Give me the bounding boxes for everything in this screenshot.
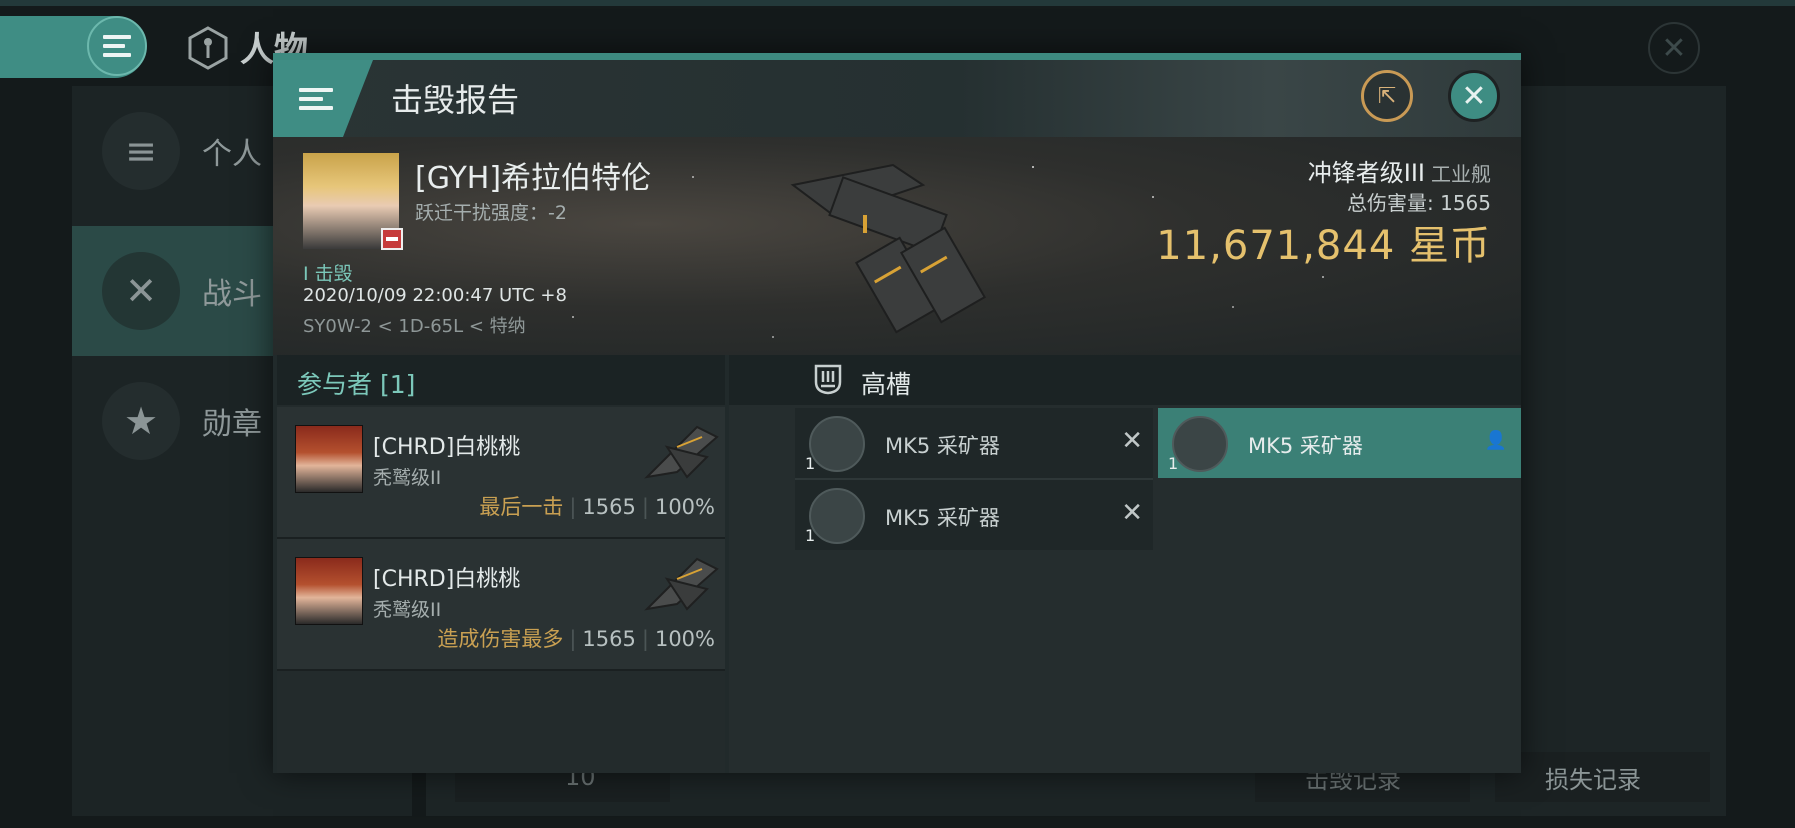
damage-percent: 100% — [654, 495, 715, 519]
module-item[interactable]: 1 MK5 采矿器 ✕ — [795, 408, 1153, 480]
bg-close-icon[interactable]: ✕ — [1648, 22, 1700, 74]
kill-timestamp: 2020/10/09 22:00:47 UTC +8 — [303, 285, 567, 306]
dialog-title: 击毁报告 — [391, 81, 520, 119]
attacker-ship: 秃鹫级II — [373, 467, 442, 489]
victim-ship-name[interactable]: 冲锋者级III 工业舰 — [1308, 153, 1491, 188]
sidebar-item-label: 勋章 — [202, 407, 262, 442]
sidebar-item-label: 战斗 — [202, 277, 262, 312]
attacker-ship: 秃鹫级II — [373, 599, 442, 621]
mining-laser-icon — [809, 488, 865, 544]
star-badge-icon: ★ — [102, 382, 180, 460]
character-icon — [186, 26, 230, 70]
module-qty: 1 — [805, 454, 816, 473]
destroyed-icon: ✕ — [1121, 498, 1143, 528]
attacker-portrait[interactable] — [295, 557, 363, 625]
close-icon: ✕ — [1461, 78, 1487, 114]
sidebar-item-label: 个人 — [202, 137, 262, 172]
final-blow-tag: 最后一击 — [479, 495, 564, 519]
ship-name-text: 冲锋者级III — [1307, 159, 1425, 187]
ship-class: 工业舰 — [1431, 162, 1491, 186]
bg-menu-icon[interactable] — [87, 16, 147, 76]
damage-value: 1565 — [582, 495, 636, 519]
dropped-user-icon: 👤 — [1484, 430, 1507, 451]
damage-percent: 100% — [654, 627, 715, 651]
victim-ship-image[interactable] — [773, 145, 1013, 345]
module-qty: 1 — [1168, 454, 1179, 473]
module-name: MK5 采矿器 — [885, 506, 1000, 530]
warp-disrupt-strength: 跃迁干扰强度：-2 — [415, 202, 567, 224]
damage-value: 1565 — [582, 627, 636, 651]
attacker-ship-image — [637, 417, 721, 489]
module-item[interactable]: 1 MK5 采矿器 👤 — [1158, 408, 1521, 478]
menu-icon — [299, 87, 333, 110]
high-slot-title: 高槽 — [861, 370, 912, 399]
high-slot-icon — [811, 362, 845, 396]
dialog-accent-line — [273, 53, 1521, 60]
module-name: MK5 采矿器 — [885, 434, 1000, 458]
crossed-swords-icon: ✕ — [102, 252, 180, 330]
attacker-stats: 造成伤害最多 | 1565 | 100% — [437, 627, 715, 651]
victim-name[interactable]: [GYH]希拉伯特伦 — [415, 153, 651, 197]
participant-row[interactable]: [CHRD]白桃桃 秃鹫级II 最后一击 | 1565 | 100% — [277, 407, 725, 539]
module-item[interactable]: 1 MK5 采矿器 ✕ — [795, 480, 1153, 550]
total-damage: 总伤害量: 1565 — [1347, 191, 1491, 215]
share-button[interactable]: ⇱ — [1361, 70, 1413, 122]
attacker-stats: 最后一击 | 1565 | 100% — [479, 495, 715, 519]
mining-laser-icon — [1172, 416, 1228, 472]
attacker-name: [CHRD]白桃桃 — [373, 435, 521, 460]
module-name: MK5 采矿器 — [1248, 434, 1363, 458]
mining-laser-icon — [809, 416, 865, 472]
kill-location[interactable]: SY0W-2 < 1D-65L < 特纳 — [303, 312, 526, 338]
destroyed-icon: ✕ — [1121, 426, 1143, 456]
kill-count: I 击毁 — [303, 263, 353, 285]
close-button[interactable]: ✕ — [1448, 70, 1500, 122]
module-qty: 1 — [805, 526, 816, 545]
top-accent-line — [0, 0, 1795, 6]
attacker-name: [CHRD]白桃桃 — [373, 567, 521, 592]
participants-title: 参与者 [1] — [297, 370, 416, 399]
share-icon: ⇱ — [1377, 83, 1397, 109]
list-icon: ≡ — [102, 112, 180, 190]
loss-log-label: 损失记录 — [1545, 765, 1641, 794]
top-damage-tag: 造成伤害最多 — [437, 627, 564, 651]
participant-row[interactable]: [CHRD]白桃桃 秃鹫级II 造成伤害最多 | 1565 | 100% — [277, 539, 725, 671]
attacker-ship-image — [637, 549, 721, 621]
attacker-portrait[interactable] — [295, 425, 363, 493]
isk-value: 11,671,844 星币 — [1156, 223, 1491, 269]
kill-report-dialog: 击毁报告 ⇱ ✕ [GYH]希拉伯特伦 跃迁干扰强度：-2 I 击毁 2020/… — [273, 53, 1521, 773]
hostile-status-badge — [381, 228, 403, 250]
loss-log-button[interactable]: 损失记录 — [1495, 752, 1710, 802]
modules-header — [729, 355, 1521, 405]
